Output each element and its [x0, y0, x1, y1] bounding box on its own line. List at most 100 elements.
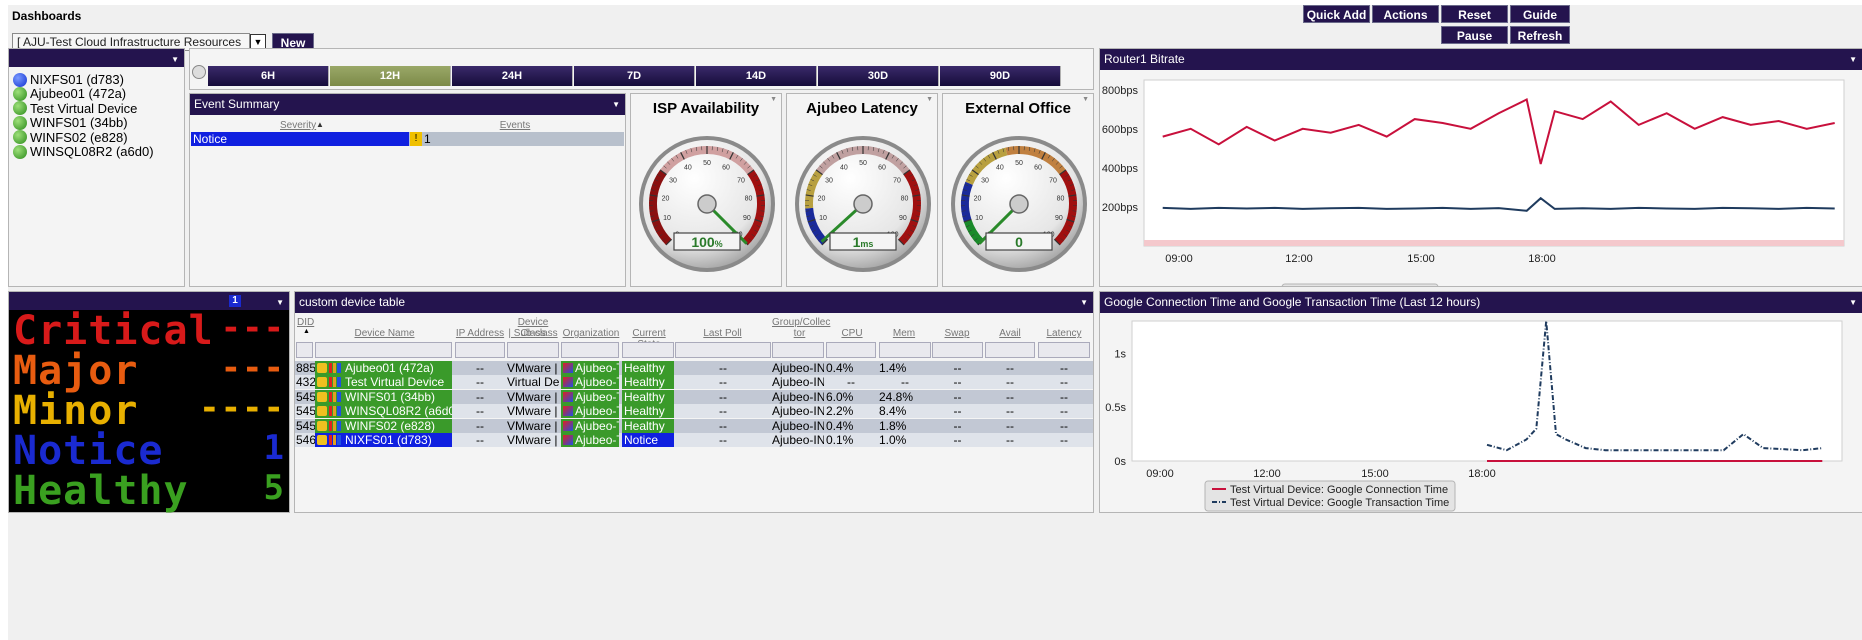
timerange-6h[interactable]: 6H	[208, 66, 329, 86]
y-tick-label: 200bps	[1102, 202, 1139, 214]
table-row[interactable]: 546NIXFS01 (d783)--VMware | ViAjubeo-TeN…	[295, 433, 1093, 447]
wrench-icon[interactable]	[317, 420, 327, 431]
col-sub-class[interactable]: | Sub-class	[507, 328, 559, 339]
timerange-24h[interactable]: 24H	[452, 66, 573, 86]
cell-mem: 1.4%	[879, 361, 907, 375]
table-row[interactable]: 545WINSQL08R2 (a6d0)--VMware | ViAjubeo-…	[295, 404, 1093, 419]
panel-menu-icon[interactable]: ▼	[171, 49, 179, 70]
quick-add-button[interactable]: Quick Add	[1303, 5, 1370, 23]
cell-mem: 1.8%	[879, 418, 907, 433]
panel-menu-icon[interactable]: ▼	[1082, 96, 1089, 103]
col-did[interactable]: DID	[297, 317, 314, 328]
cell-cpu: 6.0%	[826, 389, 854, 404]
timerange-14d[interactable]: 14D	[696, 66, 817, 86]
column-filter-input[interactable]	[985, 342, 1035, 358]
table-row[interactable]: 432Test Virtual Device--Virtual DeviAjub…	[295, 375, 1093, 390]
status-count: 5	[263, 468, 285, 508]
wrench-icon[interactable]	[317, 435, 327, 445]
cell-swap: --	[953, 433, 962, 447]
cell-group: Ajubeo-INT	[772, 389, 824, 404]
sort-asc-icon: ▲	[316, 120, 324, 129]
column-filter-input[interactable]	[932, 342, 983, 358]
column-filter-input[interactable]	[561, 342, 619, 358]
cell-group: Ajubeo-INT	[772, 433, 824, 447]
col-group-collector-2[interactable]: tor	[772, 328, 827, 339]
col-group-collector[interactable]: Group/Collec	[772, 317, 830, 328]
cell-cls: VMware | Vi	[507, 361, 559, 375]
wrench-icon[interactable]	[317, 377, 327, 388]
table-row[interactable]: 545WINFS02 (e828)--VMware | ViAjubeo-TeH…	[295, 418, 1093, 433]
panel-menu-icon[interactable]: ▼	[612, 94, 620, 115]
events-column-header[interactable]: Events	[495, 120, 535, 131]
guide-button[interactable]: Guide	[1510, 5, 1570, 23]
col-latency[interactable]: Latency	[1038, 328, 1090, 339]
column-filter-input[interactable]	[772, 342, 824, 358]
cell-did: 545	[296, 389, 315, 404]
col-last-poll[interactable]: Last Poll	[700, 328, 745, 339]
panel-menu-icon[interactable]: ▼	[1080, 292, 1088, 313]
panel-menu-icon[interactable]: ▼	[770, 96, 777, 103]
col-device-name[interactable]: Device Name	[317, 328, 452, 339]
gauge-tick-label: 10	[819, 215, 827, 222]
panel-title: Router1 Bitrate	[1104, 52, 1185, 66]
col-organization[interactable]: Organization	[561, 328, 621, 339]
timerange-12h[interactable]: 12H	[330, 66, 451, 86]
graph-icon[interactable]	[329, 435, 341, 445]
device-list-item[interactable]: WINSQL08R2 (a6d0)	[13, 143, 154, 160]
column-filter-input[interactable]	[1038, 342, 1090, 358]
graph-icon[interactable]	[329, 391, 341, 402]
cell-swap: --	[953, 389, 962, 404]
column-filter-input[interactable]	[455, 342, 505, 358]
x-tick-label: 15:00	[1407, 253, 1435, 265]
status-dot-icon	[13, 115, 27, 130]
column-filter-input[interactable]	[879, 342, 931, 358]
cell-ip: --	[476, 389, 484, 404]
actions-button[interactable]: Actions	[1372, 5, 1439, 23]
gauge-tick-label: 30	[669, 177, 677, 184]
col-mem[interactable]: Mem	[879, 328, 929, 339]
column-filter-input[interactable]	[296, 342, 313, 358]
wrench-icon[interactable]	[317, 363, 327, 373]
gauge-tick-label: 60	[722, 165, 730, 172]
graph-icon[interactable]	[329, 363, 341, 373]
x-tick-label: 15:00	[1361, 468, 1389, 480]
column-filter-input[interactable]	[507, 342, 559, 358]
column-filter-input[interactable]	[622, 342, 674, 358]
reset-button[interactable]: Reset	[1441, 5, 1508, 23]
panel-menu-icon[interactable]: ▼	[926, 96, 933, 103]
pause-button[interactable]: Pause	[1441, 26, 1508, 44]
gauge-tick-label: 80	[745, 195, 753, 202]
graph-icon[interactable]	[329, 420, 341, 431]
column-filter-input[interactable]	[315, 342, 452, 358]
cell-avail: --	[1006, 375, 1014, 390]
gauge-tick-label: 50	[1015, 160, 1023, 167]
status-label-healthy[interactable]: Healthy	[13, 468, 189, 514]
col-ip-address[interactable]: IP Address	[455, 328, 505, 339]
graph-icon[interactable]	[329, 377, 341, 388]
timerange-30d[interactable]: 30D	[818, 66, 939, 86]
cell-avail: --	[1006, 418, 1014, 433]
event-row[interactable]: Notice ! 1	[191, 132, 624, 146]
table-row[interactable]: 545WINFS01 (34bb)--VMware | ViAjubeo-TeH…	[295, 389, 1093, 404]
panel-menu-icon[interactable]: ▼	[1849, 49, 1857, 70]
panel-menu-icon[interactable]: ▼	[1849, 292, 1857, 313]
gauge-tick-label: 60	[878, 165, 886, 172]
graph-icon[interactable]	[329, 406, 341, 417]
severity-column-header[interactable]: Severity	[280, 120, 316, 131]
wrench-icon[interactable]	[317, 406, 327, 417]
y-tick-label: 600bps	[1102, 124, 1139, 136]
column-filter-input[interactable]	[826, 342, 876, 358]
timerange-7d[interactable]: 7D	[574, 66, 695, 86]
gauge-tick-label: 10	[975, 215, 983, 222]
gauge-band	[961, 181, 973, 222]
refresh-button[interactable]: Refresh	[1510, 26, 1570, 44]
col-swap[interactable]: Swap	[932, 328, 982, 339]
cell-cls: Virtual Devi	[507, 375, 559, 390]
wrench-icon[interactable]	[317, 391, 327, 402]
table-row[interactable]: 885Ajubeo01 (472a)--VMware | ViAjubeo-Te…	[295, 361, 1093, 375]
col-avail[interactable]: Avail	[985, 328, 1035, 339]
gauge-tick-label: 70	[893, 177, 901, 184]
timerange-90d[interactable]: 90D	[940, 66, 1061, 86]
column-filter-input[interactable]	[675, 342, 771, 358]
col-cpu[interactable]: CPU	[827, 328, 877, 339]
